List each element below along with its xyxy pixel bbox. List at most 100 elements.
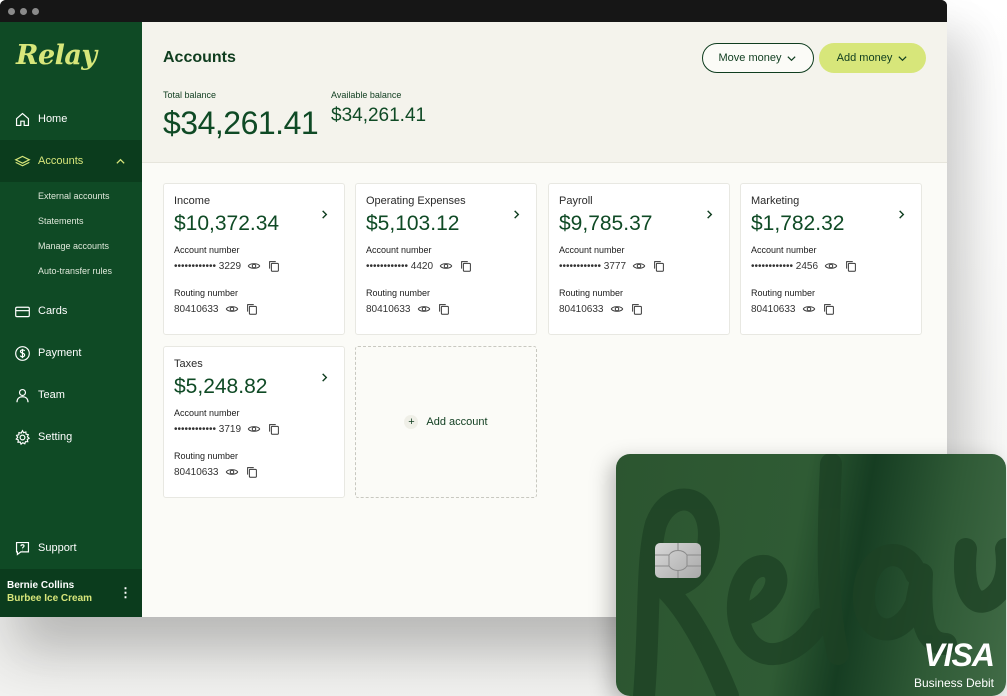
relay-logo[interactable]: Relay [16, 40, 97, 71]
window-minimize-dot[interactable] [20, 7, 27, 15]
copy-icon[interactable] [437, 302, 451, 316]
move-money-button[interactable]: Move money [702, 43, 814, 73]
sidebar-item-label: Payment [38, 347, 82, 359]
available-balance-value: $34,261.41 [331, 105, 427, 126]
account-card-marketing[interactable]: Marketing $1,782.32 Account number •••••… [740, 183, 922, 335]
sidebar-item-label: Accounts [38, 155, 84, 167]
routing-number-label: Routing number [174, 288, 239, 298]
copy-icon[interactable] [822, 302, 836, 316]
sidebar-item-support[interactable]: Support [0, 527, 142, 569]
account-name: Marketing [751, 195, 800, 207]
copy-icon[interactable] [459, 259, 473, 273]
window-close-dot[interactable] [8, 7, 15, 15]
eye-icon[interactable] [225, 302, 239, 316]
card-type-label: Business Debit [913, 676, 994, 690]
eye-icon[interactable] [247, 259, 261, 273]
account-name: Taxes [174, 358, 203, 370]
account-card-operating-expenses[interactable]: Operating Expenses $5,103.12 Account num… [355, 183, 537, 335]
subnav-item-auto-transfer-rules[interactable]: Auto-transfer rules [38, 259, 142, 284]
account-name: Payroll [559, 195, 593, 207]
sidebar-item-payment[interactable]: Payment [0, 332, 142, 374]
routing-number-label: Routing number [366, 288, 431, 298]
move-money-label: Move money [718, 52, 782, 64]
gear-icon [15, 428, 31, 445]
chevron-right-icon[interactable] [319, 372, 330, 383]
more-vertical-icon[interactable]: ⋮ [119, 585, 132, 601]
available-balance-label: Available balance [331, 90, 402, 100]
account-number-masked: •••••••••••• 3777 [559, 260, 627, 272]
chevron-right-icon[interactable] [704, 209, 715, 220]
copy-icon[interactable] [652, 259, 666, 273]
subnav-item-external-accounts[interactable]: External accounts [38, 184, 142, 209]
dollar-circle-icon [15, 345, 30, 361]
accounts-header: Accounts Move money Add money Total bala… [142, 22, 947, 163]
eye-icon[interactable] [417, 302, 431, 316]
sidebar-item-setting[interactable]: Setting [0, 416, 142, 458]
copy-icon[interactable] [267, 422, 281, 436]
account-card-taxes[interactable]: Taxes $5,248.82 Account number •••••••••… [163, 346, 345, 498]
chevron-right-icon[interactable] [896, 209, 907, 220]
accounts-subnav: External accounts Statements Manage acco… [0, 182, 142, 290]
sidebar-item-cards[interactable]: Cards [0, 290, 142, 332]
account-number-masked: •••••••••••• 3229 [174, 260, 242, 272]
chevron-down-icon [787, 55, 797, 61]
chevron-right-icon[interactable] [319, 209, 330, 220]
window-maximize-dot[interactable] [32, 7, 39, 15]
eye-icon[interactable] [632, 259, 646, 273]
eye-icon[interactable] [247, 422, 261, 436]
account-number-masked: •••••••••••• 2456 [751, 260, 819, 272]
routing-number-label: Routing number [751, 288, 816, 298]
visa-logo: VISA [923, 637, 995, 673]
total-balance-label: Total balance [163, 90, 217, 100]
chip-icon [655, 543, 701, 578]
eye-icon[interactable] [802, 302, 816, 316]
chevron-right-icon[interactable] [511, 209, 522, 220]
copy-icon[interactable] [245, 465, 259, 479]
sidebar: Relay Home Accounts External accounts St… [0, 22, 142, 617]
eye-icon[interactable] [610, 302, 624, 316]
copy-icon[interactable] [630, 302, 644, 316]
copy-icon[interactable] [245, 302, 259, 316]
layers-icon [14, 155, 31, 166]
routing-number: 80410633 [559, 303, 604, 315]
copy-icon[interactable] [844, 259, 858, 273]
chevron-up-icon[interactable] [115, 156, 126, 167]
routing-number: 80410633 [366, 303, 411, 315]
account-card-income[interactable]: Income $10,372.34 Account number •••••••… [163, 183, 345, 335]
eye-icon[interactable] [225, 465, 239, 479]
account-card-payroll[interactable]: Payroll $9,785.37 Account number •••••••… [548, 183, 730, 335]
plus-icon: + [404, 415, 419, 429]
window-titlebar [0, 0, 947, 22]
sidebar-nav: Home Accounts External accounts Statemen… [0, 98, 142, 458]
subnav-item-manage-accounts[interactable]: Manage accounts [38, 234, 142, 259]
debit-card-image: VISA Business Debit [616, 454, 1006, 696]
copy-icon[interactable] [267, 259, 281, 273]
routing-number-label: Routing number [174, 451, 239, 461]
home-icon [15, 112, 30, 126]
routing-number: 80410633 [751, 303, 796, 315]
account-number-label: Account number [174, 408, 240, 418]
add-account-label: Add account [426, 416, 488, 428]
routing-number: 80410633 [174, 466, 219, 478]
sidebar-item-label: Cards [38, 305, 68, 317]
user-icon [16, 388, 29, 402]
add-money-button[interactable]: Add money [819, 43, 926, 73]
sidebar-item-home[interactable]: Home [0, 98, 142, 140]
account-name: Operating Expenses [366, 195, 466, 207]
eye-icon[interactable] [824, 259, 838, 273]
sidebar-item-accounts[interactable]: Accounts [0, 140, 142, 182]
account-number-label: Account number [366, 245, 432, 255]
routing-number: 80410633 [174, 303, 219, 315]
account-number-label: Account number [559, 245, 625, 255]
add-money-label: Add money [836, 52, 893, 64]
account-number-label: Account number [751, 245, 817, 255]
chevron-down-icon [898, 55, 907, 61]
account-number-masked: •••••••••••• 3719 [174, 423, 242, 435]
eye-icon[interactable] [439, 259, 453, 273]
user-profile[interactable]: Bernie Collins Burbee Ice Cream ⋮ [0, 569, 142, 617]
add-account-button[interactable]: + Add account [355, 346, 537, 498]
sidebar-item-team[interactable]: Team [0, 374, 142, 416]
page-title: Accounts [163, 49, 236, 66]
subnav-item-statements[interactable]: Statements [38, 209, 142, 234]
routing-number-label: Routing number [559, 288, 624, 298]
